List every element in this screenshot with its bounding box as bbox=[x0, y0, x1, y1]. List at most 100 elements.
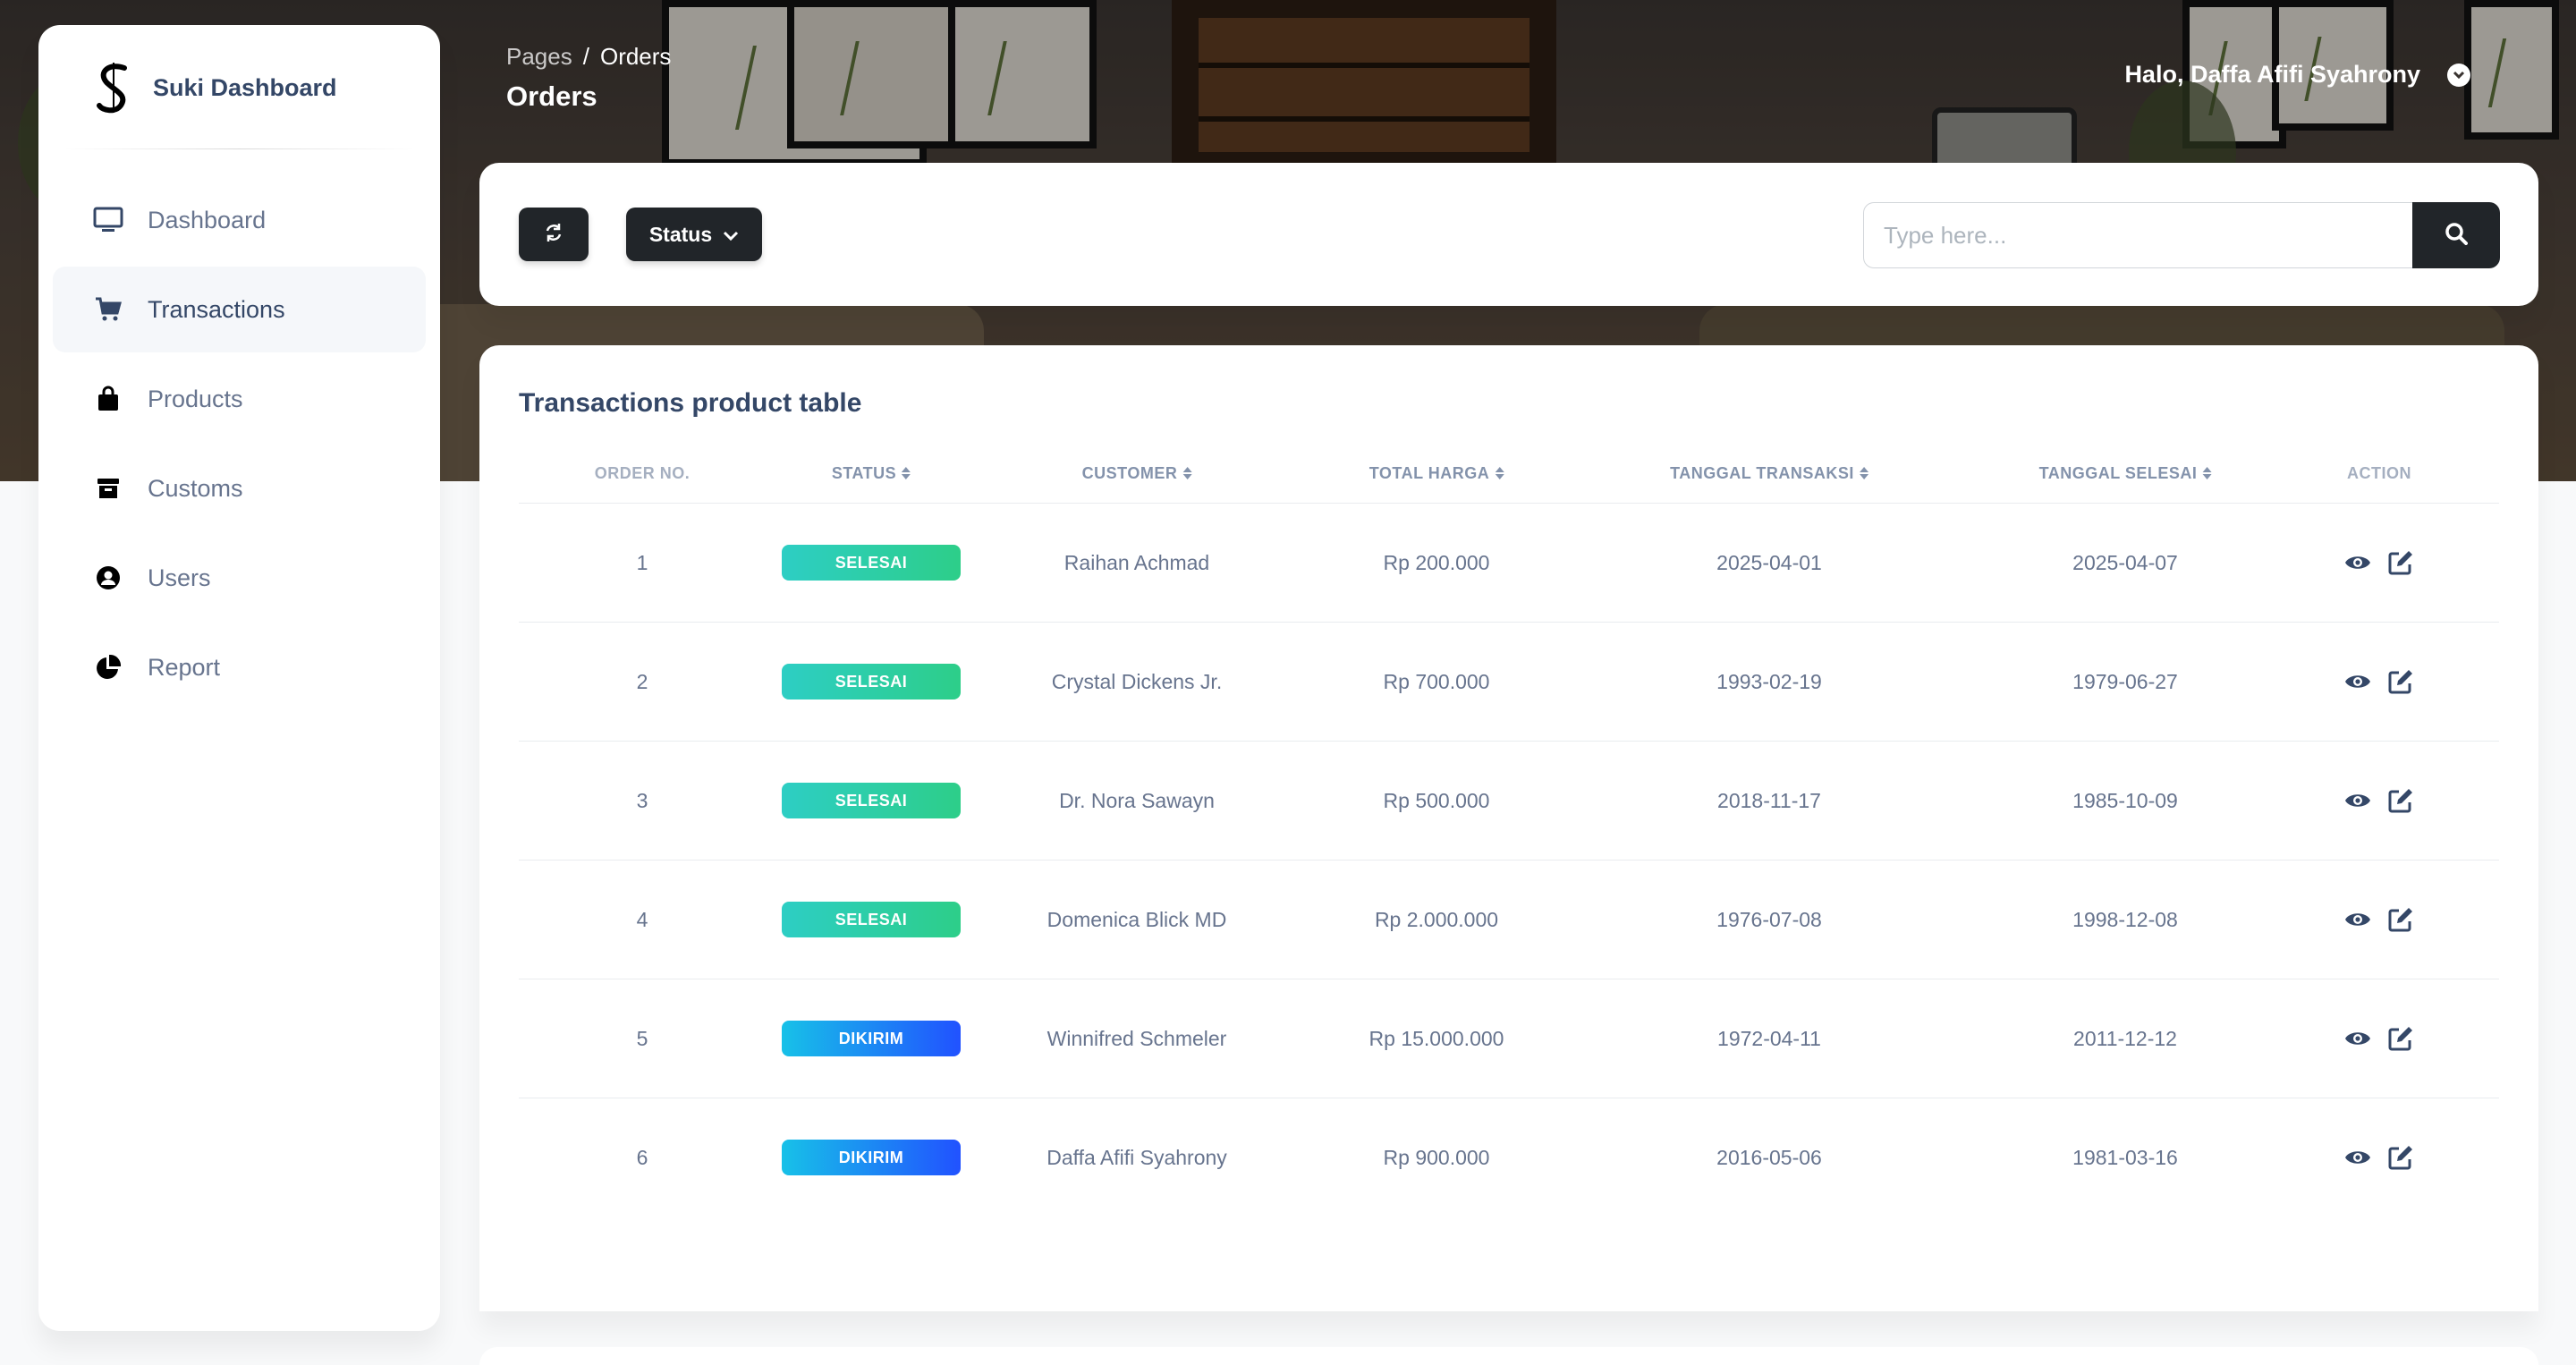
tanggal-selesai-cell: 2011-12-12 bbox=[2073, 1026, 2177, 1050]
column-header[interactable]: TANGGAL SELESAI bbox=[2039, 444, 2212, 503]
sort-icon bbox=[1859, 467, 1868, 479]
status-cell: SELESAI bbox=[782, 623, 961, 741]
customer-cell: Dr. Nora Sawayn bbox=[1059, 788, 1215, 812]
chevron-down-icon[interactable] bbox=[2447, 63, 2470, 87]
search-button[interactable] bbox=[2412, 202, 2500, 268]
status-cell: DIKIRIM bbox=[782, 979, 961, 1098]
total-harga-cell: Rp 15.000.000 bbox=[1368, 1026, 1504, 1050]
user-greeting: Halo, Daffa Afifi Syahrony bbox=[2124, 61, 2420, 88]
archive-icon bbox=[81, 471, 135, 506]
sidebar-item-label: Users bbox=[148, 564, 211, 591]
column-header[interactable]: CUSTOMER bbox=[1082, 444, 1192, 503]
view-eye-icon[interactable] bbox=[2344, 906, 2371, 933]
search-input[interactable] bbox=[1863, 202, 2412, 268]
order-number-cell: 2 bbox=[636, 669, 648, 693]
table-row: 5 DIKIRIM Winnifred Schmeler Rp 15.000.000 1… bbox=[519, 979, 2499, 1098]
view-eye-icon[interactable] bbox=[2344, 668, 2371, 695]
sidebar: Suki Dashboard Dashboard Transactions Pr… bbox=[38, 25, 440, 1331]
edit-icon[interactable] bbox=[2387, 787, 2414, 814]
total-harga-cell: Rp 700.000 bbox=[1383, 669, 1490, 693]
action-cell bbox=[2344, 742, 2414, 860]
customer-cell: Crystal Dickens Jr. bbox=[1051, 669, 1223, 693]
chevron-down-icon bbox=[723, 223, 739, 247]
sidebar-item-customs[interactable]: Customs bbox=[53, 445, 426, 531]
next-card-edge bbox=[479, 1347, 2538, 1365]
status-cell: SELESAI bbox=[782, 742, 961, 860]
transactions-table: ORDER NO. STATUS CUSTOMER TOTAL HARGA TANGGA… bbox=[519, 444, 2499, 1217]
refresh-icon bbox=[544, 223, 564, 247]
order-number-cell: 3 bbox=[636, 788, 648, 812]
status-badge: SELESAI bbox=[782, 783, 961, 818]
column-header: ORDER NO. bbox=[595, 444, 691, 503]
view-eye-icon[interactable] bbox=[2344, 549, 2371, 576]
table-title: Transactions product table bbox=[519, 388, 862, 418]
sort-icon bbox=[2202, 467, 2212, 479]
sidebar-item-products[interactable]: Products bbox=[53, 356, 426, 442]
sidebar-item-report[interactable]: Report bbox=[53, 624, 426, 710]
status-badge: DIKIRIM bbox=[782, 1021, 961, 1056]
customer-cell: Daffa Afifi Syahrony bbox=[1046, 1145, 1227, 1169]
status-badge: DIKIRIM bbox=[782, 1140, 961, 1175]
column-header[interactable]: TOTAL HARGA bbox=[1369, 444, 1504, 503]
table-row: 6 DIKIRIM Daffa Afifi Syahrony Rp 900.000 20… bbox=[519, 1098, 2499, 1217]
sort-icon bbox=[902, 467, 911, 479]
sort-icon bbox=[1182, 467, 1192, 479]
column-header-label: ACTION bbox=[2347, 463, 2411, 482]
sidebar-item-label: Dashboard bbox=[148, 206, 267, 233]
status-dropdown[interactable]: Status bbox=[626, 208, 762, 261]
cart-icon bbox=[81, 292, 135, 327]
sidebar-nav: Dashboard Transactions Products Customs … bbox=[53, 177, 426, 714]
monitor-icon bbox=[81, 202, 135, 238]
user-menu[interactable]: Halo, Daffa Afifi Syahrony bbox=[2124, 61, 2470, 89]
edit-icon[interactable] bbox=[2387, 668, 2414, 695]
view-eye-icon[interactable] bbox=[2344, 1144, 2371, 1171]
tanggal-selesai-cell: 1979-06-27 bbox=[2072, 669, 2178, 693]
status-cell: DIKIRIM bbox=[782, 1098, 961, 1217]
column-header[interactable]: TANGGAL TRANSAKSI bbox=[1670, 444, 1868, 503]
breadcrumb-root[interactable]: Pages bbox=[506, 43, 572, 70]
brand[interactable]: Suki Dashboard bbox=[92, 61, 337, 114]
status-badge: SELESAI bbox=[782, 664, 961, 699]
search-group bbox=[1863, 202, 2500, 268]
sidebar-item-transactions[interactable]: Transactions bbox=[53, 267, 426, 352]
view-eye-icon[interactable] bbox=[2344, 787, 2371, 814]
column-header-label: ORDER NO. bbox=[594, 463, 691, 482]
status-dropdown-label: Status bbox=[648, 222, 713, 246]
status-cell: SELESAI bbox=[782, 861, 961, 979]
edit-icon[interactable] bbox=[2387, 549, 2414, 576]
action-cell bbox=[2344, 861, 2414, 979]
tanggal-selesai-cell: 1985-10-09 bbox=[2072, 788, 2178, 812]
customer-cell: Raihan Achmad bbox=[1063, 550, 1210, 574]
tanggal-transaksi-cell: 1972-04-11 bbox=[1717, 1026, 1821, 1050]
total-harga-cell: Rp 200.000 bbox=[1383, 550, 1490, 574]
total-harga-cell: Rp 500.000 bbox=[1383, 788, 1490, 812]
edit-icon[interactable] bbox=[2387, 906, 2414, 933]
sidebar-item-users[interactable]: Users bbox=[53, 535, 426, 621]
view-eye-icon[interactable] bbox=[2344, 1025, 2371, 1052]
sidebar-item-dashboard[interactable]: Dashboard bbox=[53, 177, 426, 263]
action-cell bbox=[2344, 1098, 2414, 1217]
tanggal-transaksi-cell: 2025-04-01 bbox=[1716, 550, 1822, 574]
table-row: 2 SELESAI Crystal Dickens Jr. Rp 700.000 199… bbox=[519, 623, 2499, 742]
table-row: 3 SELESAI Dr. Nora Sawayn Rp 500.000 2018-11… bbox=[519, 742, 2499, 861]
tanggal-selesai-cell: 1998-12-08 bbox=[2072, 907, 2178, 931]
tanggal-selesai-cell: 1981-03-16 bbox=[2072, 1145, 2178, 1169]
column-header[interactable]: STATUS bbox=[832, 444, 911, 503]
brand-name: Suki Dashboard bbox=[153, 73, 337, 101]
edit-icon[interactable] bbox=[2387, 1025, 2414, 1052]
transactions-table-card: Transactions product table ORDER NO. STAT… bbox=[479, 345, 2538, 1311]
column-header-label: TOTAL HARGA bbox=[1368, 463, 1490, 482]
order-number-cell: 5 bbox=[636, 1026, 648, 1050]
refresh-button[interactable] bbox=[519, 208, 589, 261]
total-harga-cell: Rp 900.000 bbox=[1383, 1145, 1490, 1169]
brand-s-logo-icon bbox=[92, 61, 137, 114]
table-body: 1 SELESAI Raihan Achmad Rp 200.000 2025-04-0… bbox=[519, 504, 2499, 1217]
bag-icon bbox=[81, 381, 135, 417]
customer-cell: Winnifred Schmeler bbox=[1046, 1026, 1227, 1050]
sidebar-item-label: Products bbox=[148, 385, 243, 412]
breadcrumb: Pages / Orders bbox=[506, 43, 671, 71]
sidebar-item-label: Report bbox=[148, 653, 221, 681]
status-cell: SELESAI bbox=[782, 504, 961, 622]
edit-icon[interactable] bbox=[2387, 1144, 2414, 1171]
customer-cell: Domenica Blick MD bbox=[1046, 907, 1227, 931]
